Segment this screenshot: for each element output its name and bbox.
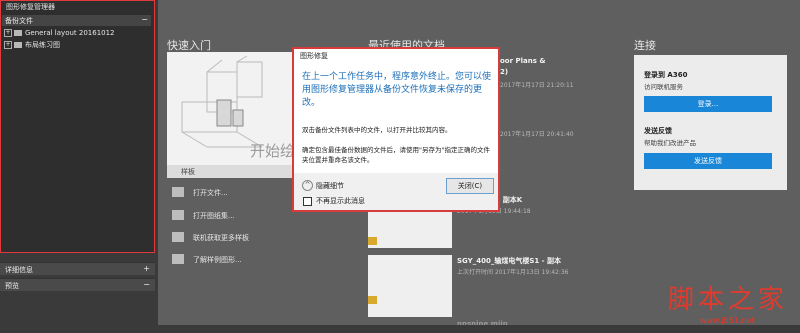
backup-files-section-header[interactable]: 备份文件 −	[2, 15, 151, 26]
tree-item-layout-practice[interactable]: + 布局练习图	[4, 40, 60, 50]
backup-files-label: 备份文件	[5, 17, 33, 25]
expand-toggle-icon[interactable]: +	[143, 264, 150, 273]
folder-icon	[14, 30, 22, 36]
recent-doc-name[interactable]: SGY_400_输煤电气楼S1 - 副本	[457, 256, 561, 266]
a360-login-title: 登录到 A360	[644, 71, 688, 79]
feedback-title: 发送反馈	[644, 127, 672, 135]
recent-doc-thumbnail[interactable]	[368, 255, 452, 317]
preview-label: 预览	[5, 282, 19, 290]
sample-drawings-link[interactable]: 了解样例图形...	[193, 255, 242, 265]
recent-doc-date: 2017年1月17日 21:20:11	[500, 82, 574, 89]
open-file-link[interactable]: 打开文件...	[193, 188, 228, 198]
dialog-main-message: 在上一个工作任务中，程序意外终止。您可以使用图形修复管理器从备份文件恢复未保存的…	[302, 72, 492, 108]
chevron-up-icon[interactable]: ^	[302, 180, 313, 191]
recent-doc-date: 上次打开时间 2017年1月13日 19:42:36	[457, 269, 569, 276]
tree-item-general-layout[interactable]: + General layout 20161012	[4, 29, 115, 39]
hide-details-link[interactable]: 隐藏细节	[316, 181, 344, 191]
get-more-templates-link[interactable]: 联机获取更多样板	[193, 233, 249, 243]
a360-subtitle: 访问联机服务	[644, 83, 683, 91]
dialog-footer: ^ 隐藏细节 关闭(C) 不再显示此消息	[294, 173, 498, 210]
watermark-logo: 脚本之家	[668, 285, 789, 315]
do-not-show-checkbox[interactable]	[303, 197, 312, 206]
open-sheet-set-link[interactable]: 打开图纸集...	[193, 211, 235, 221]
dwg-file-icon	[368, 237, 377, 245]
send-feedback-button[interactable]: 发送反馈	[644, 153, 772, 169]
dialog-instruction-1: 双击备份文件列表中的文件，以打开并比较其内容。	[302, 126, 452, 134]
tree-item-label: 布局练习图	[25, 41, 60, 49]
preview-section-header[interactable]: 预览 −	[0, 278, 155, 291]
drawing-recovery-dialog: 图形修复 在上一个工作任务中，程序意外终止。您可以使用图形修复管理器从备份文件恢…	[292, 47, 500, 212]
collapse-toggle-icon[interactable]: −	[141, 15, 148, 24]
expand-icon[interactable]: +	[4, 41, 12, 49]
close-button[interactable]: 关闭(C)	[446, 178, 494, 194]
start-drawing-label: 开始绘	[250, 142, 296, 160]
details-label: 详细信息	[5, 266, 33, 274]
quick-start-title: 快速入门	[167, 39, 211, 52]
sheet-set-icon	[172, 210, 184, 220]
dialog-title: 图形修复	[300, 52, 328, 60]
sample-drawing-icon	[172, 254, 184, 264]
login-button[interactable]: 登录...	[644, 96, 772, 112]
tree-item-label: General layout 20161012	[25, 29, 115, 37]
feedback-subtitle: 帮助我们改进产品	[644, 139, 696, 147]
connect-title: 连接	[634, 39, 656, 52]
expand-icon[interactable]: +	[4, 29, 12, 37]
do-not-show-label: 不再显示此消息	[316, 197, 365, 205]
dwg-file-icon	[368, 296, 377, 304]
details-section-header[interactable]: 详细信息 +	[0, 262, 155, 275]
template-label: 样板	[181, 168, 195, 176]
watermark-url: www.jb51.net	[700, 316, 755, 325]
dialog-instruction-2: 确定包含最佳备份数据的文件后，请使用"另存为"指定正确的文件夹位置并重命名该文件…	[302, 146, 490, 164]
panel-title: 图形修复管理器	[6, 3, 55, 11]
recent-doc-name[interactable]: oor Plans &	[500, 57, 545, 65]
bottom-strip	[158, 325, 800, 333]
recent-doc-date: 2017年1月17日 20:41:40	[500, 131, 574, 138]
template-online-icon	[172, 232, 184, 242]
folder-open-icon	[172, 187, 184, 197]
recent-doc-name-line2[interactable]: 2)	[500, 68, 508, 76]
folder-icon	[14, 42, 22, 48]
collapse-toggle-icon[interactable]: −	[143, 280, 150, 289]
